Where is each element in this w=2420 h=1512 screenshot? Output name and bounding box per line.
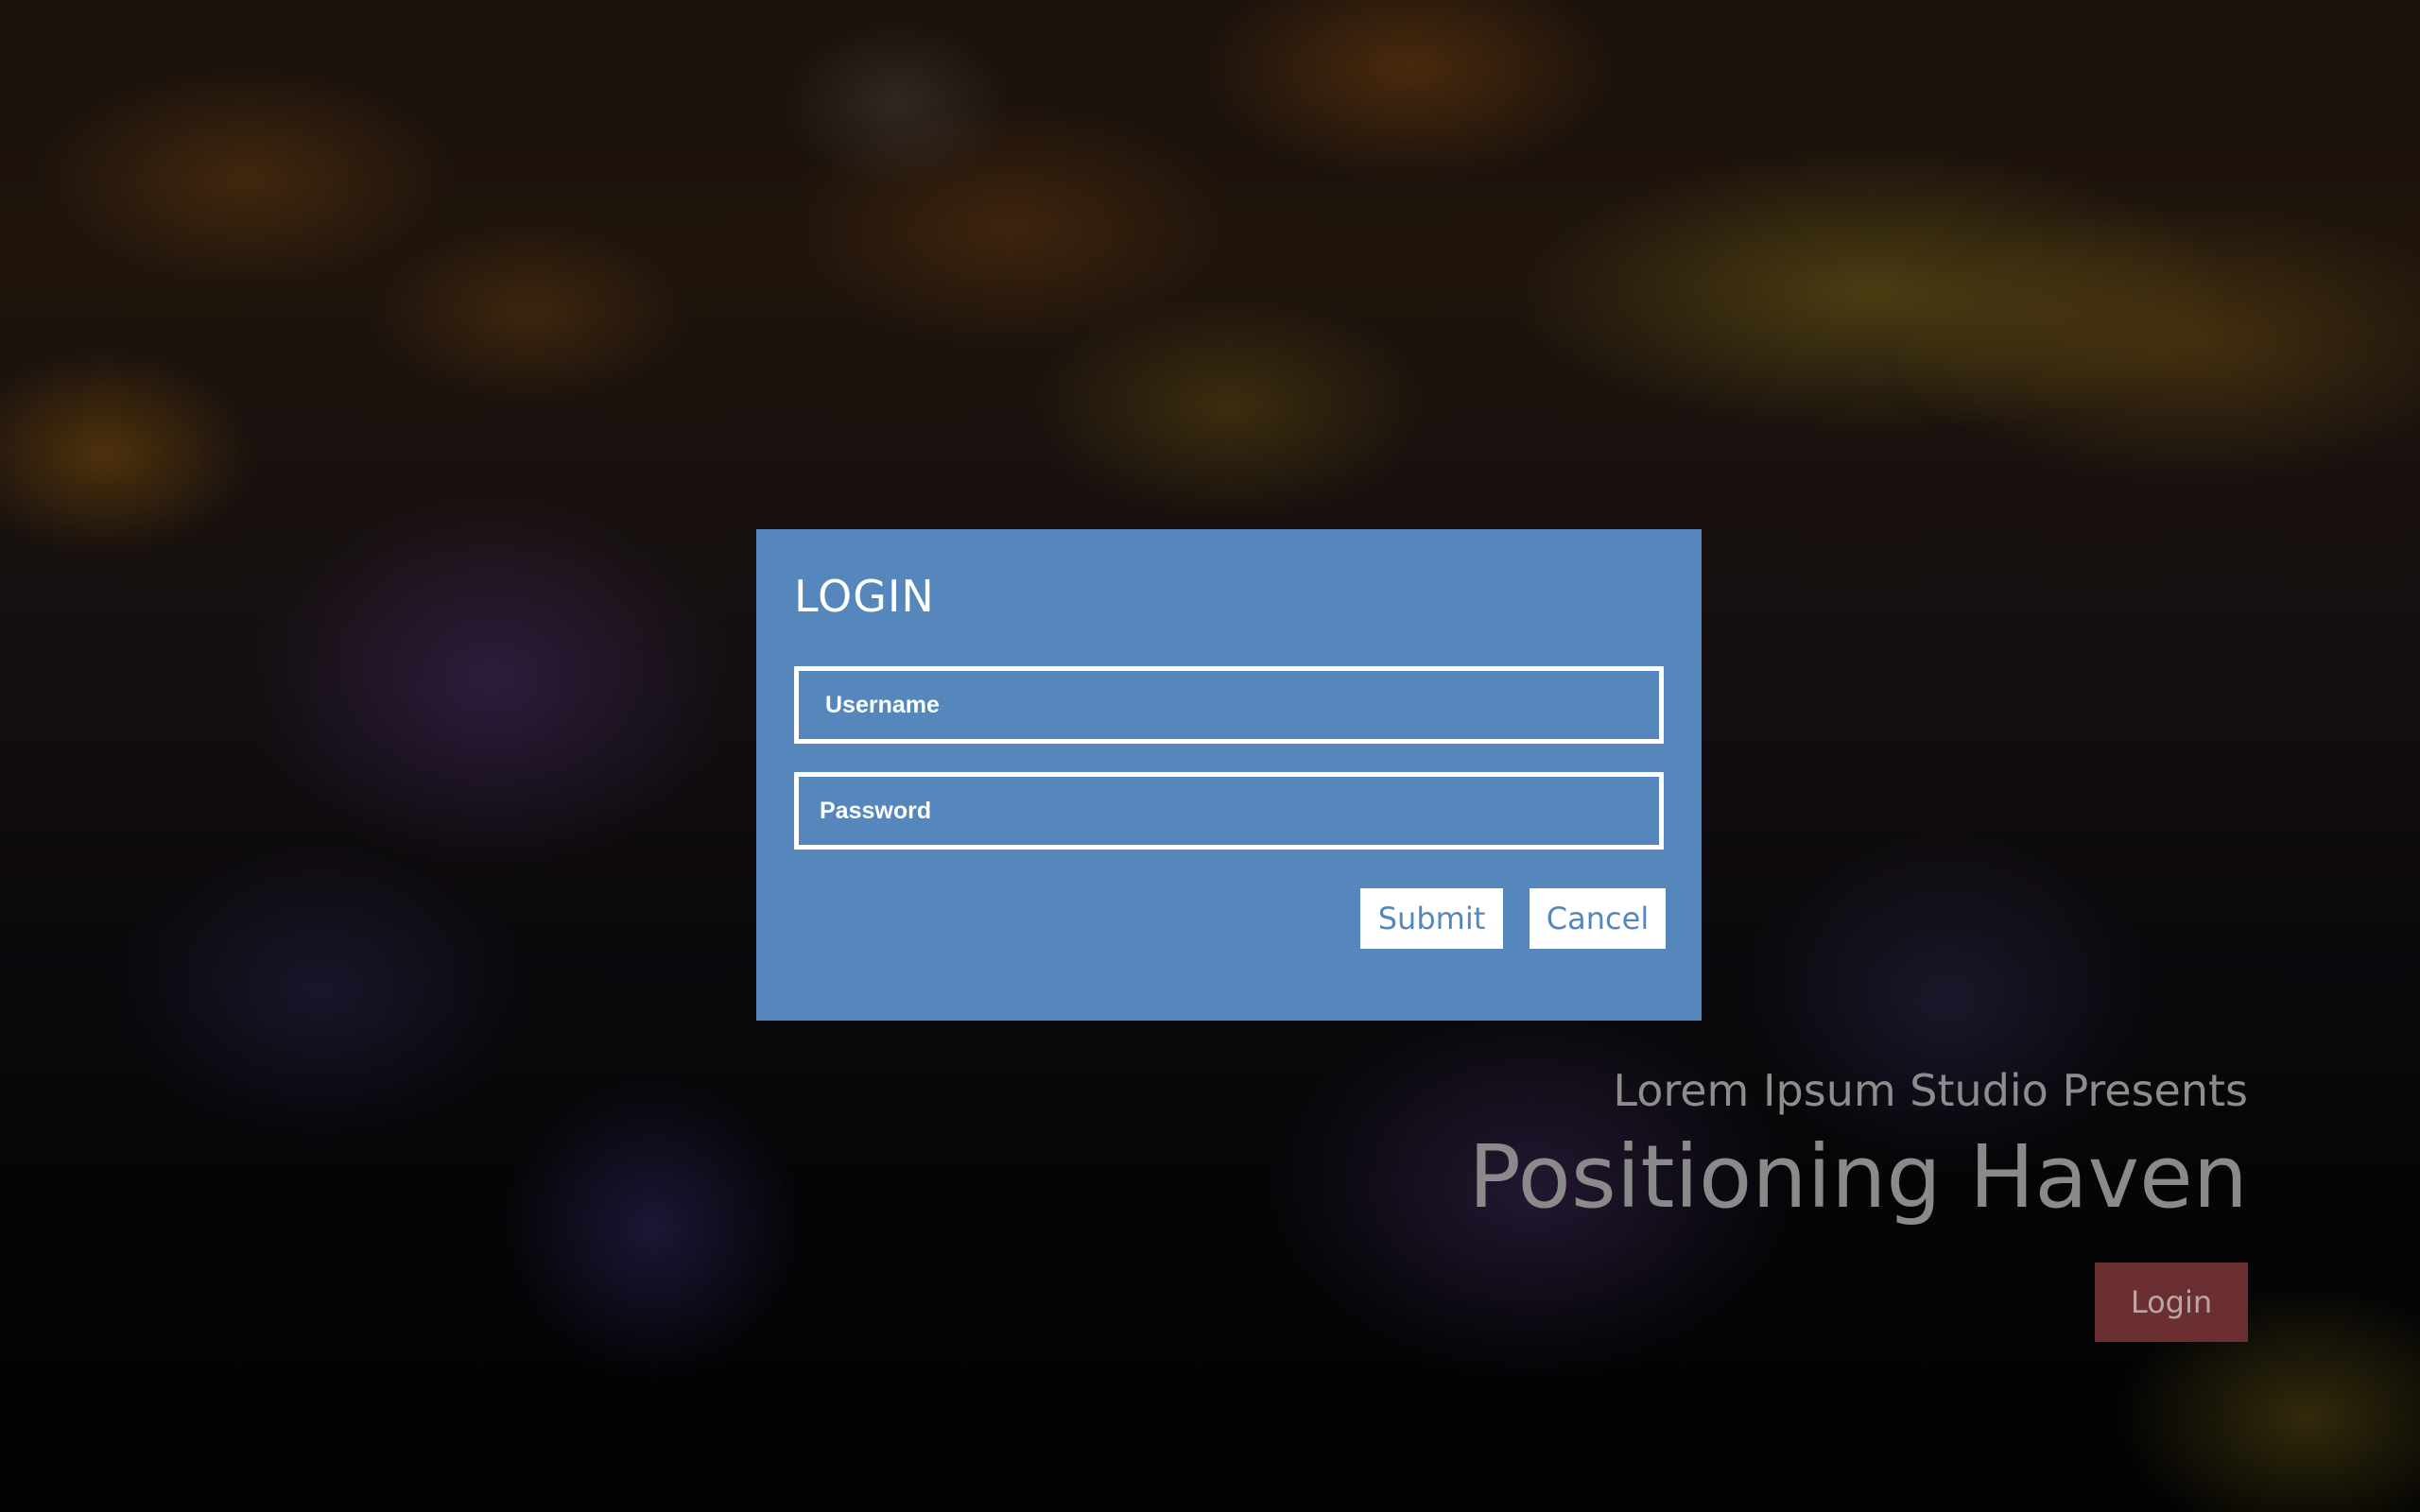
- cancel-button[interactable]: Cancel: [1530, 888, 1666, 949]
- hero-login-button[interactable]: Login: [2095, 1263, 2248, 1342]
- password-input[interactable]: [794, 772, 1664, 850]
- hero-title: Positioning Haven: [1468, 1126, 2248, 1228]
- hero-subtitle: Lorem Ipsum Studio Presents: [1613, 1065, 2248, 1116]
- login-modal: LOGIN Submit Cancel: [756, 529, 1702, 1021]
- username-input[interactable]: [794, 666, 1664, 744]
- submit-button[interactable]: Submit: [1360, 888, 1503, 949]
- hero-text-block: Lorem Ipsum Studio Presents Positioning …: [1468, 1054, 2248, 1228]
- modal-title: LOGIN: [794, 571, 935, 622]
